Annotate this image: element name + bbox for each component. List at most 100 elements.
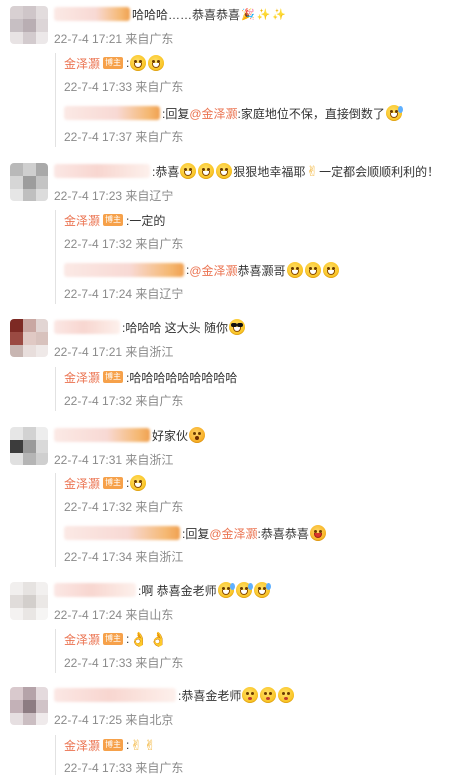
reply-text: 金泽灏 博主 :: [64, 473, 147, 493]
author-badge: 博主: [103, 371, 124, 383]
ok-hand-icon: 👌: [149, 631, 168, 647]
comment-body: :恭喜金老师: [178, 688, 242, 703]
timestamp: 22-7-4 17:32: [64, 394, 133, 408]
avatar[interactable]: [10, 582, 48, 620]
timestamp: 22-7-4 17:32: [64, 500, 133, 514]
location: 来自广东: [135, 237, 184, 251]
grin-emoji-icon: [130, 475, 147, 491]
avatar[interactable]: [10, 687, 48, 725]
kiss-emoji-icon: [260, 687, 277, 703]
reply-meta: 22-7-4 17:33 来自广东: [64, 78, 183, 95]
heart-eyes-emoji-icon: [286, 262, 303, 278]
blurred-username[interactable]: [64, 106, 160, 120]
victory-hand-icon: ✌: [144, 737, 156, 753]
location: 来自广东: [135, 130, 184, 144]
avatar[interactable]: [10, 319, 48, 357]
location: 来自北京: [125, 713, 174, 727]
heart-eyes-emoji-icon: [198, 163, 215, 179]
crying-emoji-icon: [253, 582, 271, 598]
author-link[interactable]: 金泽灏: [64, 475, 100, 492]
reply-list: 金泽灏 博主 : ✌ ✌ 22-7-4 17:33 来自广东: [55, 735, 451, 775]
hand-icon: ✌: [306, 163, 319, 179]
location: 来自浙江: [135, 550, 184, 564]
location: 来自广东: [135, 761, 184, 775]
reply-body: :一定的: [126, 213, 166, 228]
reply-meta: 22-7-4 17:33 来自广东: [64, 654, 183, 671]
timestamp: 22-7-4 17:23: [54, 189, 123, 203]
comment-meta: 22-7-4 17:23 来自辽宁: [54, 187, 173, 204]
reply-body: :家庭地位不保，直接倒数了: [237, 106, 385, 121]
reply-meta: 22-7-4 17:24 来自辽宁: [64, 285, 183, 302]
kiss-emoji-icon: [242, 687, 259, 703]
timestamp: 22-7-4 17:24: [64, 287, 133, 301]
comment-text: 哈哈哈……恭喜恭喜 🎉 ✨ ✨: [54, 4, 287, 24]
location: 来自广东: [135, 394, 184, 408]
reply-body: :: [126, 738, 130, 752]
author-link[interactable]: 金泽灏: [64, 737, 100, 754]
victory-hand-icon: ✌: [130, 737, 143, 753]
reply-text: : @金泽灏 恭喜灏哥: [64, 260, 340, 280]
blurred-username[interactable]: [54, 583, 136, 597]
blurred-username[interactable]: [54, 7, 130, 21]
reply-text: 金泽灏 博主 :: [64, 53, 165, 73]
sparkle-face-icon: ✨: [272, 8, 287, 21]
avatar[interactable]: [10, 427, 48, 465]
mention-link[interactable]: @金泽灏: [189, 105, 237, 122]
heart-eyes-emoji-icon: [304, 262, 321, 278]
location: 来自辽宁: [125, 189, 174, 203]
blurred-username[interactable]: [54, 688, 176, 702]
comment-body: 狠狠地幸福耶: [233, 164, 306, 179]
reply-meta: 22-7-4 17:32 来自广东: [64, 498, 183, 515]
reply-text: :回复 @金泽灏 :恭喜恭喜: [64, 523, 327, 543]
location: 来自浙江: [125, 345, 174, 359]
author-link[interactable]: 金泽灏: [64, 55, 100, 72]
location: 来自广东: [125, 32, 174, 46]
blurred-username[interactable]: [64, 526, 180, 540]
author-badge: 博主: [103, 477, 124, 489]
reply-text: 金泽灏 博主 : 👌 👌: [64, 629, 168, 649]
reply-prefix: :回复: [182, 526, 210, 541]
blurred-username[interactable]: [54, 428, 150, 442]
grin-emoji-icon: [148, 55, 165, 71]
blurred-username[interactable]: [54, 164, 150, 178]
author-badge: 博主: [103, 214, 124, 226]
timestamp: 22-7-4 17:31: [54, 453, 123, 467]
reply-text: 金泽灏 博主 : ✌ ✌: [64, 735, 157, 755]
avatar[interactable]: [10, 163, 48, 201]
location: 来自广东: [135, 656, 184, 670]
reply-list: 金泽灏 博主 :一定的 22-7-4 17:32 来自广东 : @金泽灏 恭喜灏…: [55, 210, 451, 304]
heart-eyes-emoji-icon: [216, 163, 233, 179]
timestamp: 22-7-4 17:21: [54, 32, 123, 46]
mention-link[interactable]: @金泽灏: [209, 525, 257, 542]
comment-body: 哈哈哈……恭喜恭喜: [132, 7, 241, 22]
timestamp: 22-7-4 17:33: [64, 656, 133, 670]
timestamp: 22-7-4 17:25: [54, 713, 123, 727]
timestamp: 22-7-4 17:21: [54, 345, 123, 359]
ok-hand-icon: 👌: [130, 631, 148, 647]
timestamp: 22-7-4 17:33: [64, 80, 133, 94]
location: 来自山东: [125, 608, 174, 622]
author-badge: 博主: [103, 57, 124, 69]
comment-text: :啊 恭喜金老师: [54, 580, 271, 600]
timestamp: 22-7-4 17:24: [54, 608, 123, 622]
comment-text: :恭喜 狠狠地幸福耶 ✌ 一定都会顺顺利利的！: [54, 161, 439, 181]
blurred-username[interactable]: [64, 263, 184, 277]
author-link[interactable]: 金泽灏: [64, 212, 100, 229]
timestamp: 22-7-4 17:33: [64, 761, 133, 775]
reply-body: :: [126, 56, 130, 70]
author-link[interactable]: 金泽灏: [64, 631, 100, 648]
reply-meta: 22-7-4 17:33 来自广东: [64, 759, 183, 776]
mention-link[interactable]: @金泽灏: [189, 262, 237, 279]
blurred-username[interactable]: [54, 320, 120, 334]
grin-emoji-icon: [130, 55, 147, 71]
reply-text: :回复 @金泽灏 :家庭地位不保，直接倒数了: [64, 103, 403, 123]
sparkle-face-icon: ✨: [256, 8, 271, 21]
comment-body: 好家伙: [152, 428, 189, 443]
comment-text: :哈哈哈 这大头 随你: [54, 317, 246, 337]
author-link[interactable]: 金泽灏: [64, 369, 100, 386]
avatar[interactable]: [10, 6, 48, 44]
location: 来自辽宁: [135, 287, 184, 301]
crying-emoji-icon: [217, 582, 235, 598]
sunglasses-emoji-icon: [229, 319, 246, 335]
author-badge: 博主: [103, 739, 124, 751]
